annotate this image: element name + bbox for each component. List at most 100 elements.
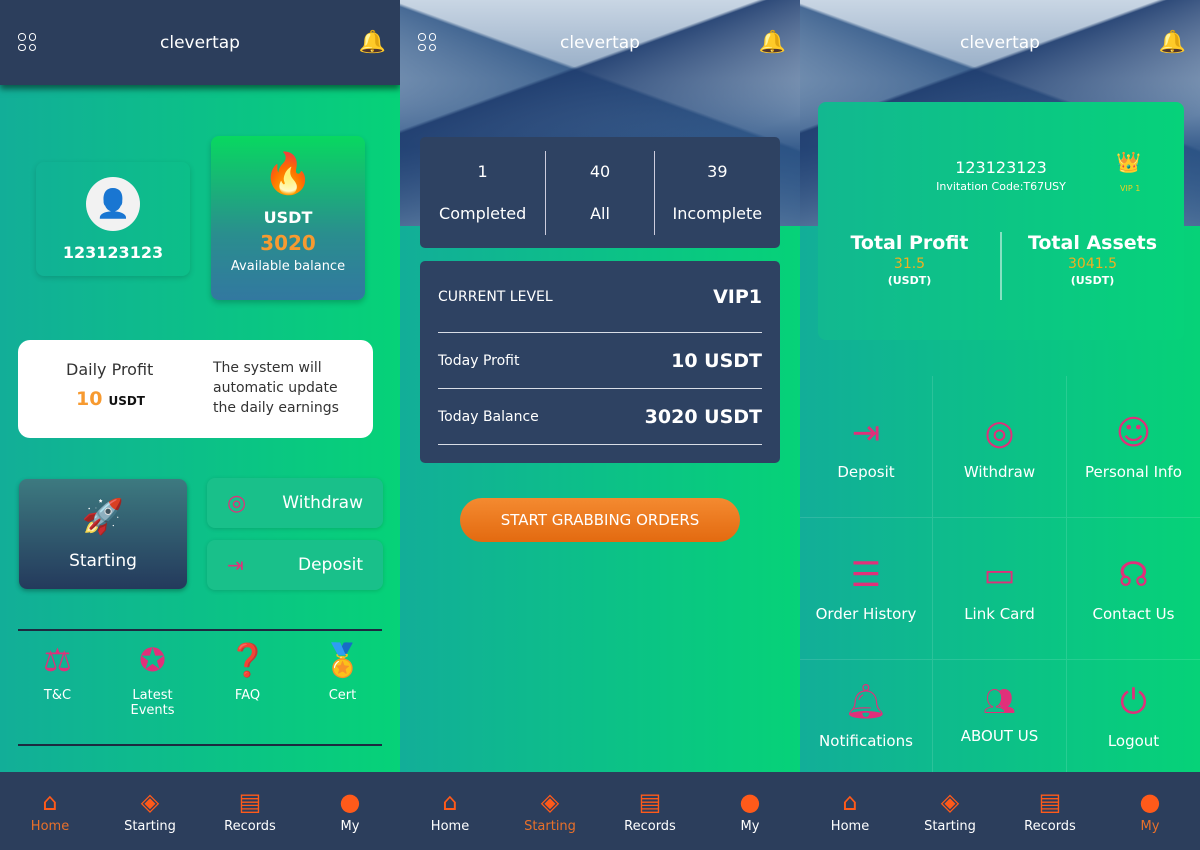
menu-notifications[interactable]: 🔔︎ Notifications (800, 660, 933, 772)
today-profit-label: Today Profit (438, 352, 520, 369)
start-grabbing-orders-button[interactable]: START GRABBING ORDERS (460, 498, 740, 542)
stat-label: Incomplete (672, 204, 763, 223)
fire-icon: 🔥 (263, 151, 313, 197)
menu-label: Contact Us (1092, 604, 1175, 623)
profile-card: 123123123 Invitation Code:T67USY 👑 VIP 1… (818, 102, 1184, 340)
home-icon: ⌂ (442, 787, 458, 816)
stat-all[interactable]: 40 All (546, 150, 655, 235)
user-info-icon: ● (1139, 787, 1161, 816)
nav-label: Home (830, 818, 870, 834)
menu-label: Notifications (819, 732, 913, 750)
deposit-label: Deposit (298, 555, 363, 575)
today-balance-label: Today Balance (438, 408, 539, 425)
withdraw-button[interactable]: ◎ Withdraw (207, 478, 383, 528)
link-faq[interactable]: ❓ FAQ (200, 640, 295, 718)
nav-label: Records (224, 818, 276, 834)
link-label: Latest Events (130, 688, 175, 718)
gavel-icon: ⚖ (43, 641, 72, 679)
nav-home[interactable]: ⌂ Home (800, 772, 900, 850)
divider (18, 744, 382, 746)
home-icon: ⌂ (842, 787, 858, 816)
stat-incomplete[interactable]: 39 Incomplete (655, 151, 780, 235)
stat-value: 39 (707, 162, 728, 181)
nav-label: Home (430, 818, 470, 834)
stat-label: All (590, 204, 610, 223)
header: clevertap 🔔 (0, 0, 400, 85)
user-card[interactable]: 👤 123123123 (36, 162, 190, 276)
nav-label: Records (624, 818, 676, 834)
menu-label: Logout (1107, 732, 1160, 750)
menu-deposit[interactable]: ⇥ Deposit (800, 376, 933, 518)
nav-starting[interactable]: ◈ Starting (100, 772, 200, 850)
card-icon: ▭ (983, 554, 1016, 595)
nav-label: Records (1024, 818, 1076, 834)
menu-link-card[interactable]: ▭ Link Card (933, 518, 1067, 660)
level-panel: CURRENT LEVEL VIP1 Today Profit 10 USDT To… (420, 261, 780, 463)
total-assets-unit: (USDT) (1070, 274, 1115, 287)
stat-completed[interactable]: 1 Completed (420, 150, 547, 235)
question-icon: ❓ (227, 641, 268, 679)
daily-profit-card: Daily Profit 10 USDT The system will aut… (18, 340, 373, 438)
home-icon: ⌂ (42, 787, 58, 816)
menu-logout[interactable]: ⏻ Logout (1067, 660, 1200, 772)
link-label: FAQ (234, 688, 261, 703)
diamond-icon: ◈ (140, 787, 160, 816)
menu-grid-icon[interactable] (18, 33, 36, 51)
personal-info-icon: ☺ (1115, 412, 1152, 453)
medal-icon: 🏅 (322, 641, 363, 679)
link-tc[interactable]: ⚖ T&C (10, 640, 105, 718)
current-level-label: CURRENT LEVEL (438, 288, 553, 305)
total-profit-unit: (USDT) (887, 274, 932, 287)
nav-starting[interactable]: ◈ Starting (500, 772, 600, 850)
menu-personal-info[interactable]: ☺ Personal Info (1067, 376, 1200, 518)
link-cert[interactable]: 🏅 Cert (295, 640, 390, 718)
records-icon: ▤ (638, 787, 662, 816)
records-icon: ▤ (238, 787, 262, 816)
nav-my[interactable]: ● My (1100, 772, 1200, 850)
bottom-nav: ⌂ Home ◈ Starting ▤ Records ● My (800, 772, 1200, 850)
nav-my[interactable]: ● My (700, 772, 800, 850)
menu-order-history[interactable]: ☰ Order History (800, 518, 933, 660)
notification-bell-icon[interactable]: 🔔 (359, 30, 386, 55)
stat-value: 1 (477, 162, 488, 181)
menu-label: Link Card (964, 604, 1035, 623)
nav-label: Starting (124, 818, 176, 834)
nav-home[interactable]: ⌂ Home (400, 772, 500, 850)
nav-home[interactable]: ⌂ Home (0, 772, 100, 850)
menu-withdraw[interactable]: ◎ Withdraw (933, 376, 1067, 518)
deposit-icon: ⇥ (851, 412, 881, 453)
balance-card[interactable]: 🔥 USDT 3020 Available balance (211, 136, 365, 300)
menu-grid-icon[interactable] (418, 33, 436, 51)
nav-my[interactable]: ● My (300, 772, 400, 850)
stat-label: Completed (439, 204, 527, 223)
stat-value: 40 (589, 162, 611, 181)
order-history-icon: ☰ (850, 554, 882, 595)
menu-label: Deposit (837, 462, 895, 481)
total-profit-label: Total Profit (850, 232, 969, 254)
user-info-icon: ● (339, 787, 361, 816)
menu-about-us[interactable]: 👥︎ ABOUT US (933, 660, 1067, 772)
total-assets-label: Total Assets (1027, 232, 1158, 254)
starting-button[interactable]: 🚀 Starting (19, 479, 187, 589)
home-screen: clevertap 🔔 👤 123123123 🔥 USDT 3020 Avai… (0, 0, 400, 850)
divider (18, 629, 382, 631)
notification-bell-icon[interactable]: 🔔 (759, 30, 786, 55)
balance-currency: USDT (263, 208, 313, 227)
today-balance-value: 3020 USDT (644, 405, 762, 428)
order-stats: 1 Completed 40 All 39 Incomplete (420, 137, 780, 248)
nav-records[interactable]: ▤ Records (600, 772, 700, 850)
deposit-button[interactable]: ⇥ Deposit (207, 540, 383, 590)
bottom-nav: ⌂ Home ◈ Starting ▤ Records ● My (400, 772, 800, 850)
nav-records[interactable]: ▤ Records (1000, 772, 1100, 850)
menu-contact-us[interactable]: ☊ Contact Us (1067, 518, 1200, 660)
nav-records[interactable]: ▤ Records (200, 772, 300, 850)
link-latest-events[interactable]: ✪ Latest Events (105, 640, 200, 718)
balance-value: 3020 (260, 231, 316, 255)
menu-label: Withdraw (963, 462, 1036, 481)
notification-bell-icon[interactable]: 🔔 (1159, 30, 1186, 55)
withdraw-label: Withdraw (282, 493, 363, 513)
nav-starting[interactable]: ◈ Starting (900, 772, 1000, 850)
user-info-icon: ● (739, 787, 761, 816)
star-icon: ✪ (139, 641, 166, 679)
users-icon: 👥︎ (982, 687, 1016, 717)
